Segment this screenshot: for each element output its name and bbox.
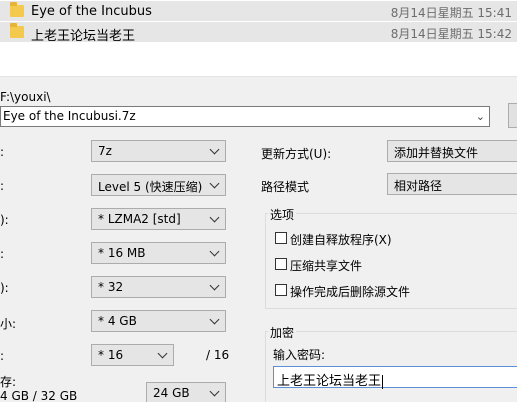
archive-format-label: : bbox=[0, 145, 5, 159]
archive-path-label: F:\youxi\ bbox=[0, 90, 51, 104]
checkbox-box[interactable] bbox=[275, 232, 287, 244]
password-value: 上老王论坛当老王 bbox=[277, 374, 384, 389]
memory-limit-select[interactable]: 24 GB bbox=[146, 382, 226, 402]
file-list: Eye of the Incubus 8月14日星期五 15:41 上老王论坛当… bbox=[0, 0, 517, 45]
path-mode-select[interactable]: 相对路径 bbox=[387, 173, 517, 195]
browse-button[interactable] bbox=[508, 103, 517, 128]
text-caret bbox=[382, 374, 384, 389]
solid-block-size-select[interactable]: * 4 GB bbox=[91, 310, 226, 332]
chevron-down-icon bbox=[209, 280, 221, 292]
archive-name-value: Eye of the Incubusi.7z bbox=[3, 109, 136, 123]
dictionary-size-label: : bbox=[0, 247, 5, 261]
chevron-down-icon bbox=[157, 348, 169, 360]
encryption-group-title: 加密 bbox=[268, 324, 297, 341]
chevron-down-icon bbox=[209, 386, 221, 398]
folder-icon bbox=[10, 2, 24, 17]
memory-usage-label: 存: 4 GB / 32 GB bbox=[0, 375, 78, 402]
dictionary-size-select[interactable]: * 16 MB bbox=[91, 242, 226, 264]
update-mode-label: 更新方式(U): bbox=[261, 147, 332, 161]
solid-block-size-label: 小: bbox=[0, 317, 17, 331]
file-name: 上老王论坛当老王 bbox=[31, 29, 136, 44]
chevron-down-icon bbox=[209, 144, 221, 156]
password-input[interactable]: 上老王论坛当老王 bbox=[273, 366, 517, 389]
path-mode-label: 路径模式 bbox=[261, 180, 310, 194]
compression-level-label: : bbox=[0, 179, 5, 193]
file-name: Eye of the Incubus bbox=[31, 4, 152, 19]
file-row-eye-of-the-incubus[interactable]: Eye of the Incubus 8月14日星期五 15:41 bbox=[0, 1, 517, 22]
threads-label: : bbox=[0, 349, 5, 363]
password-label: 输入密码: bbox=[273, 348, 326, 362]
chevron-down-icon bbox=[209, 246, 221, 258]
options-group-title: 选项 bbox=[268, 206, 297, 223]
checkbox-box[interactable] bbox=[275, 284, 287, 296]
chevron-down-icon[interactable]: ⌄ bbox=[476, 110, 485, 123]
compression-method-label: ): bbox=[0, 213, 9, 227]
chevron-down-icon bbox=[209, 314, 221, 326]
archive-format-select[interactable]: 7z bbox=[91, 140, 226, 162]
word-size-label: ): bbox=[0, 281, 9, 295]
checkbox-box[interactable] bbox=[275, 258, 287, 270]
update-mode-select[interactable]: 添加并替换文件 bbox=[387, 140, 517, 162]
chevron-down-icon bbox=[209, 212, 221, 224]
file-date: 8月14日星期五 15:42 bbox=[390, 27, 512, 41]
compression-level-select[interactable]: Level 5 (快速压缩) bbox=[91, 174, 226, 196]
dialog-top-strip bbox=[0, 45, 517, 77]
file-row-shanglaowang[interactable]: 上老王论坛当老王 8月14日星期五 15:42 bbox=[0, 22, 517, 44]
file-date: 8月14日星期五 15:41 bbox=[390, 6, 512, 20]
threads-select[interactable]: * 16 bbox=[91, 344, 174, 366]
word-size-select[interactable]: * 32 bbox=[91, 276, 226, 298]
archive-name-combo[interactable]: Eye of the Incubusi.7z ⌄ bbox=[0, 106, 490, 127]
compression-method-select[interactable]: * LZMA2 [std] bbox=[91, 208, 226, 230]
threads-total: / 16 bbox=[206, 348, 230, 362]
chevron-down-icon bbox=[209, 178, 221, 190]
folder-icon bbox=[10, 23, 24, 38]
